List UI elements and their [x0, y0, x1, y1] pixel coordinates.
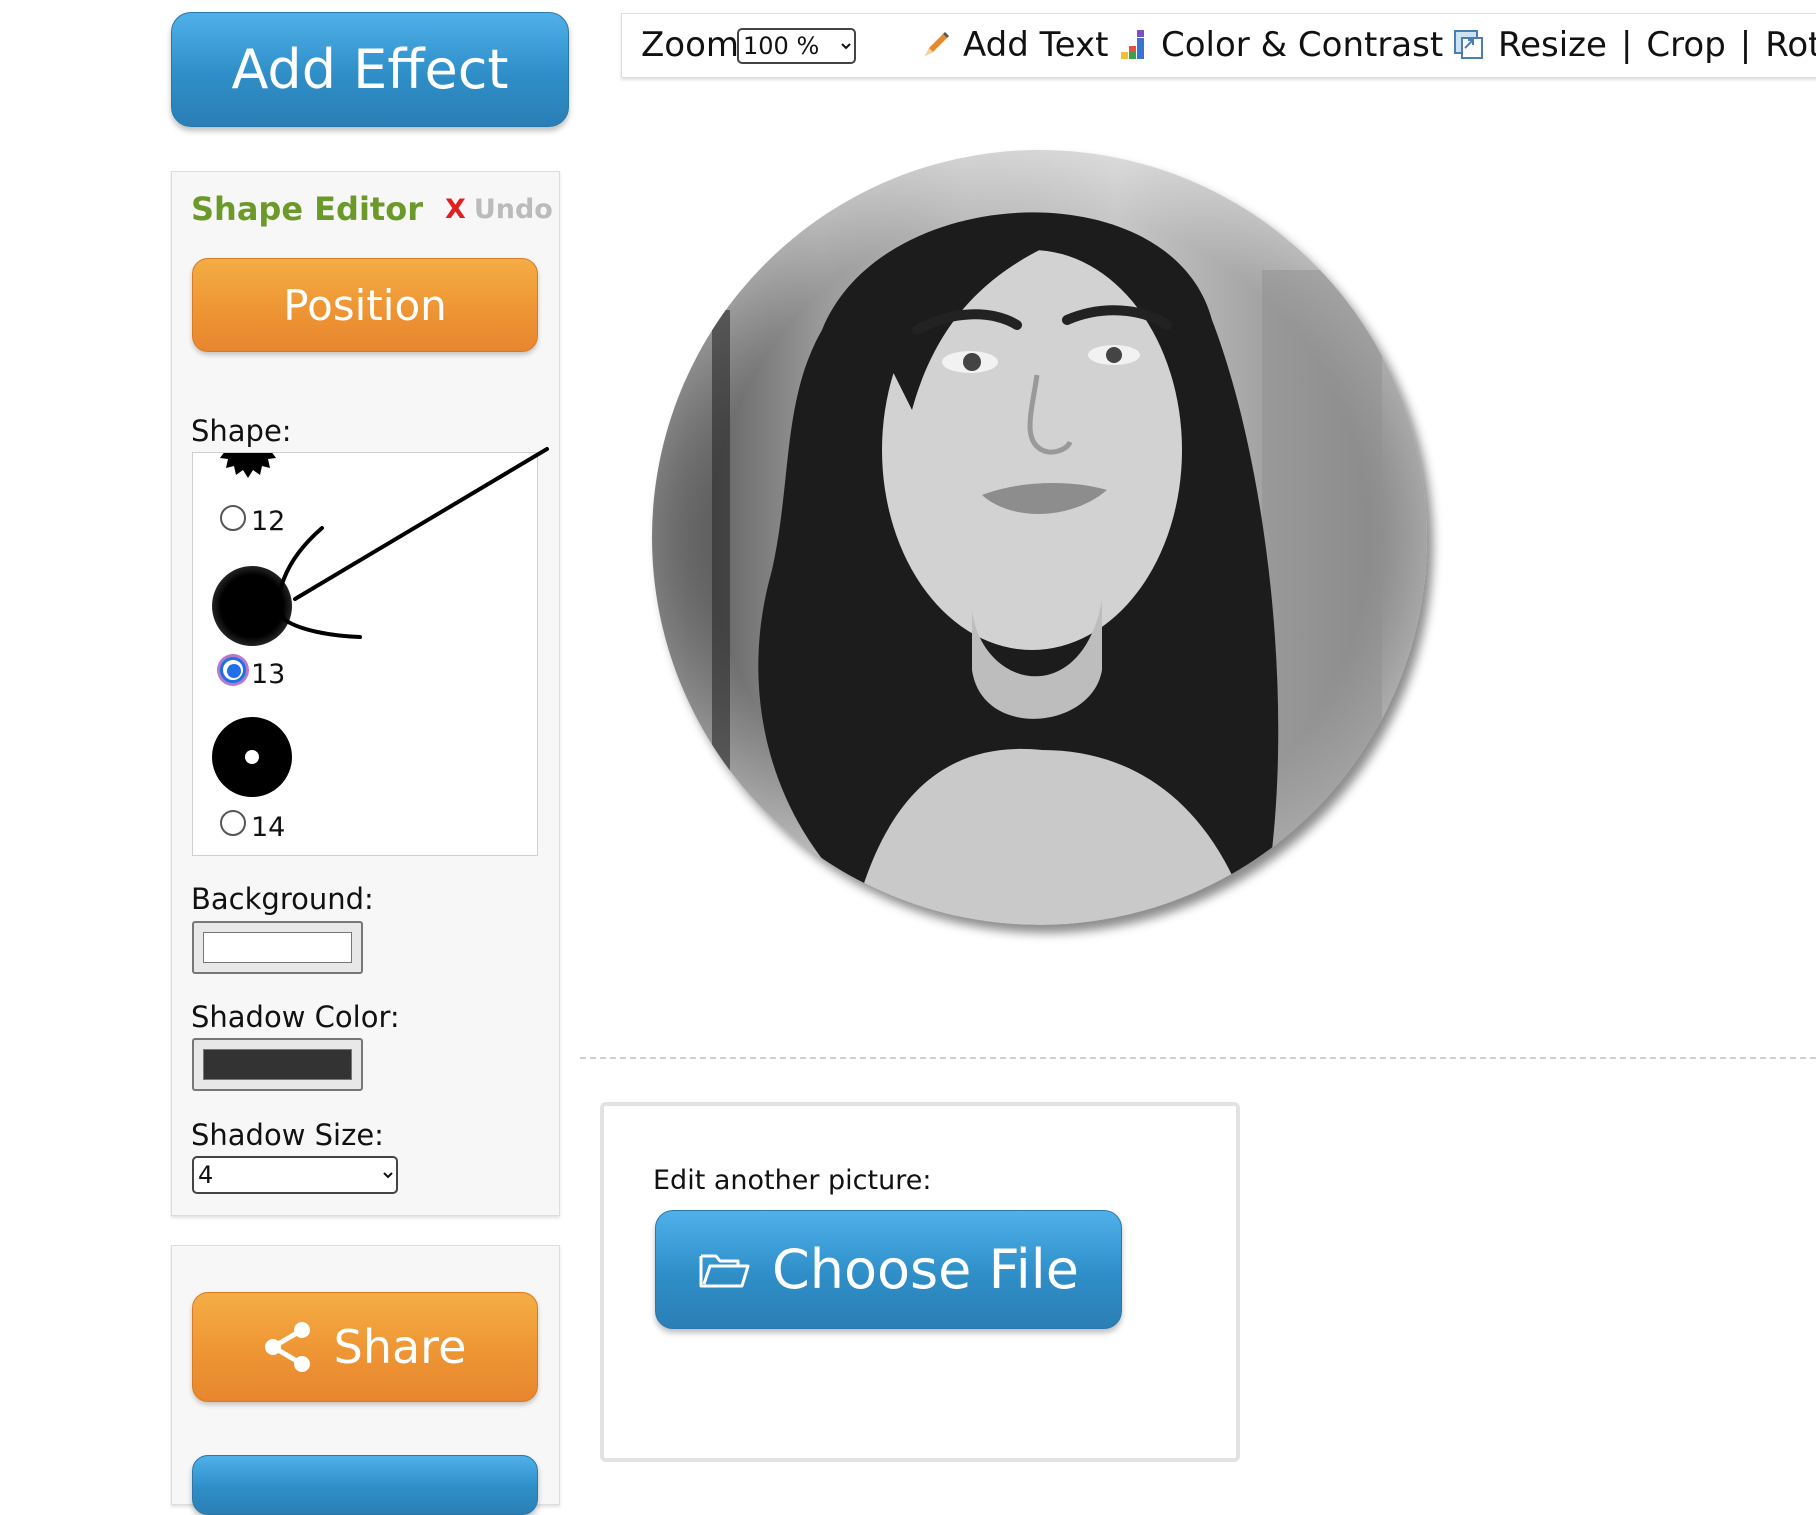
shadow-color-swatch	[203, 1049, 352, 1080]
shape-label: Shape:	[191, 414, 292, 448]
add-effect-label: Add Effect	[231, 38, 509, 101]
crop-link[interactable]: Crop	[1646, 25, 1725, 65]
shadow-color-label: Shadow Color:	[191, 1000, 400, 1034]
shape-list[interactable]: 12 13 14	[192, 452, 538, 856]
shadow-size-label: Shadow Size:	[191, 1118, 384, 1152]
add-effect-button[interactable]: Add Effect	[171, 12, 569, 127]
position-button[interactable]: Position	[192, 258, 538, 352]
shape-radio-14[interactable]	[220, 810, 246, 836]
choose-file-label: Choose File	[772, 1238, 1079, 1301]
soft-circle-shape-icon[interactable]	[212, 566, 292, 646]
pencil-icon	[925, 32, 949, 56]
shape-label-14: 14	[251, 812, 286, 843]
separator: |	[1620, 25, 1633, 65]
folder-open-icon	[699, 1254, 750, 1287]
resize-link[interactable]: Resize	[1498, 25, 1607, 65]
ring-shape-icon[interactable]	[212, 717, 292, 797]
image-preview[interactable]	[652, 150, 1427, 925]
shadow-size-select[interactable]: 4	[192, 1156, 398, 1194]
zoom-select[interactable]: 100 %	[737, 28, 856, 64]
resize-icon	[1454, 30, 1483, 59]
shadow-color-picker[interactable]	[192, 1038, 363, 1091]
shape-label-13: 13	[251, 659, 286, 690]
add-text-label: Add Text	[963, 25, 1109, 65]
undo-label: Undo	[473, 194, 553, 225]
zoom-label: Zoom:	[641, 25, 751, 65]
edit-another-label: Edit another picture:	[653, 1165, 932, 1196]
add-text-button[interactable]: Add Text	[921, 24, 1108, 66]
color-contrast-label: Color & Contrast	[1161, 25, 1444, 65]
separator: |	[1739, 25, 1752, 65]
background-label: Background:	[191, 882, 374, 916]
share-label: Share	[333, 1320, 467, 1374]
section-divider	[580, 1057, 1816, 1059]
portrait-photo	[712, 212, 1382, 925]
position-label: Position	[283, 280, 447, 330]
share-icon	[264, 1322, 310, 1372]
shape-editor-title: Shape Editor	[191, 190, 423, 228]
starburst-shape-icon[interactable]	[213, 452, 283, 483]
undo-link[interactable]: X Undo	[445, 194, 553, 225]
undo-x-icon: X	[445, 194, 466, 225]
background-color-swatch	[203, 932, 352, 963]
resize-crop-rotate-group: Resize | Crop | Rotate	[1454, 24, 1816, 66]
share-button[interactable]: Share	[192, 1292, 538, 1402]
shape-label-12: 12	[251, 506, 286, 537]
choose-file-button[interactable]: Choose File	[655, 1210, 1122, 1329]
save-button-partial[interactable]	[192, 1455, 538, 1515]
color-contrast-button[interactable]: Color & Contrast	[1121, 24, 1443, 66]
color-bars-icon	[1121, 30, 1144, 59]
shape-radio-12[interactable]	[220, 505, 246, 531]
rotate-link[interactable]: Rotate	[1765, 25, 1816, 65]
background-color-picker[interactable]	[192, 921, 363, 974]
shape-radio-13[interactable]	[220, 657, 246, 683]
